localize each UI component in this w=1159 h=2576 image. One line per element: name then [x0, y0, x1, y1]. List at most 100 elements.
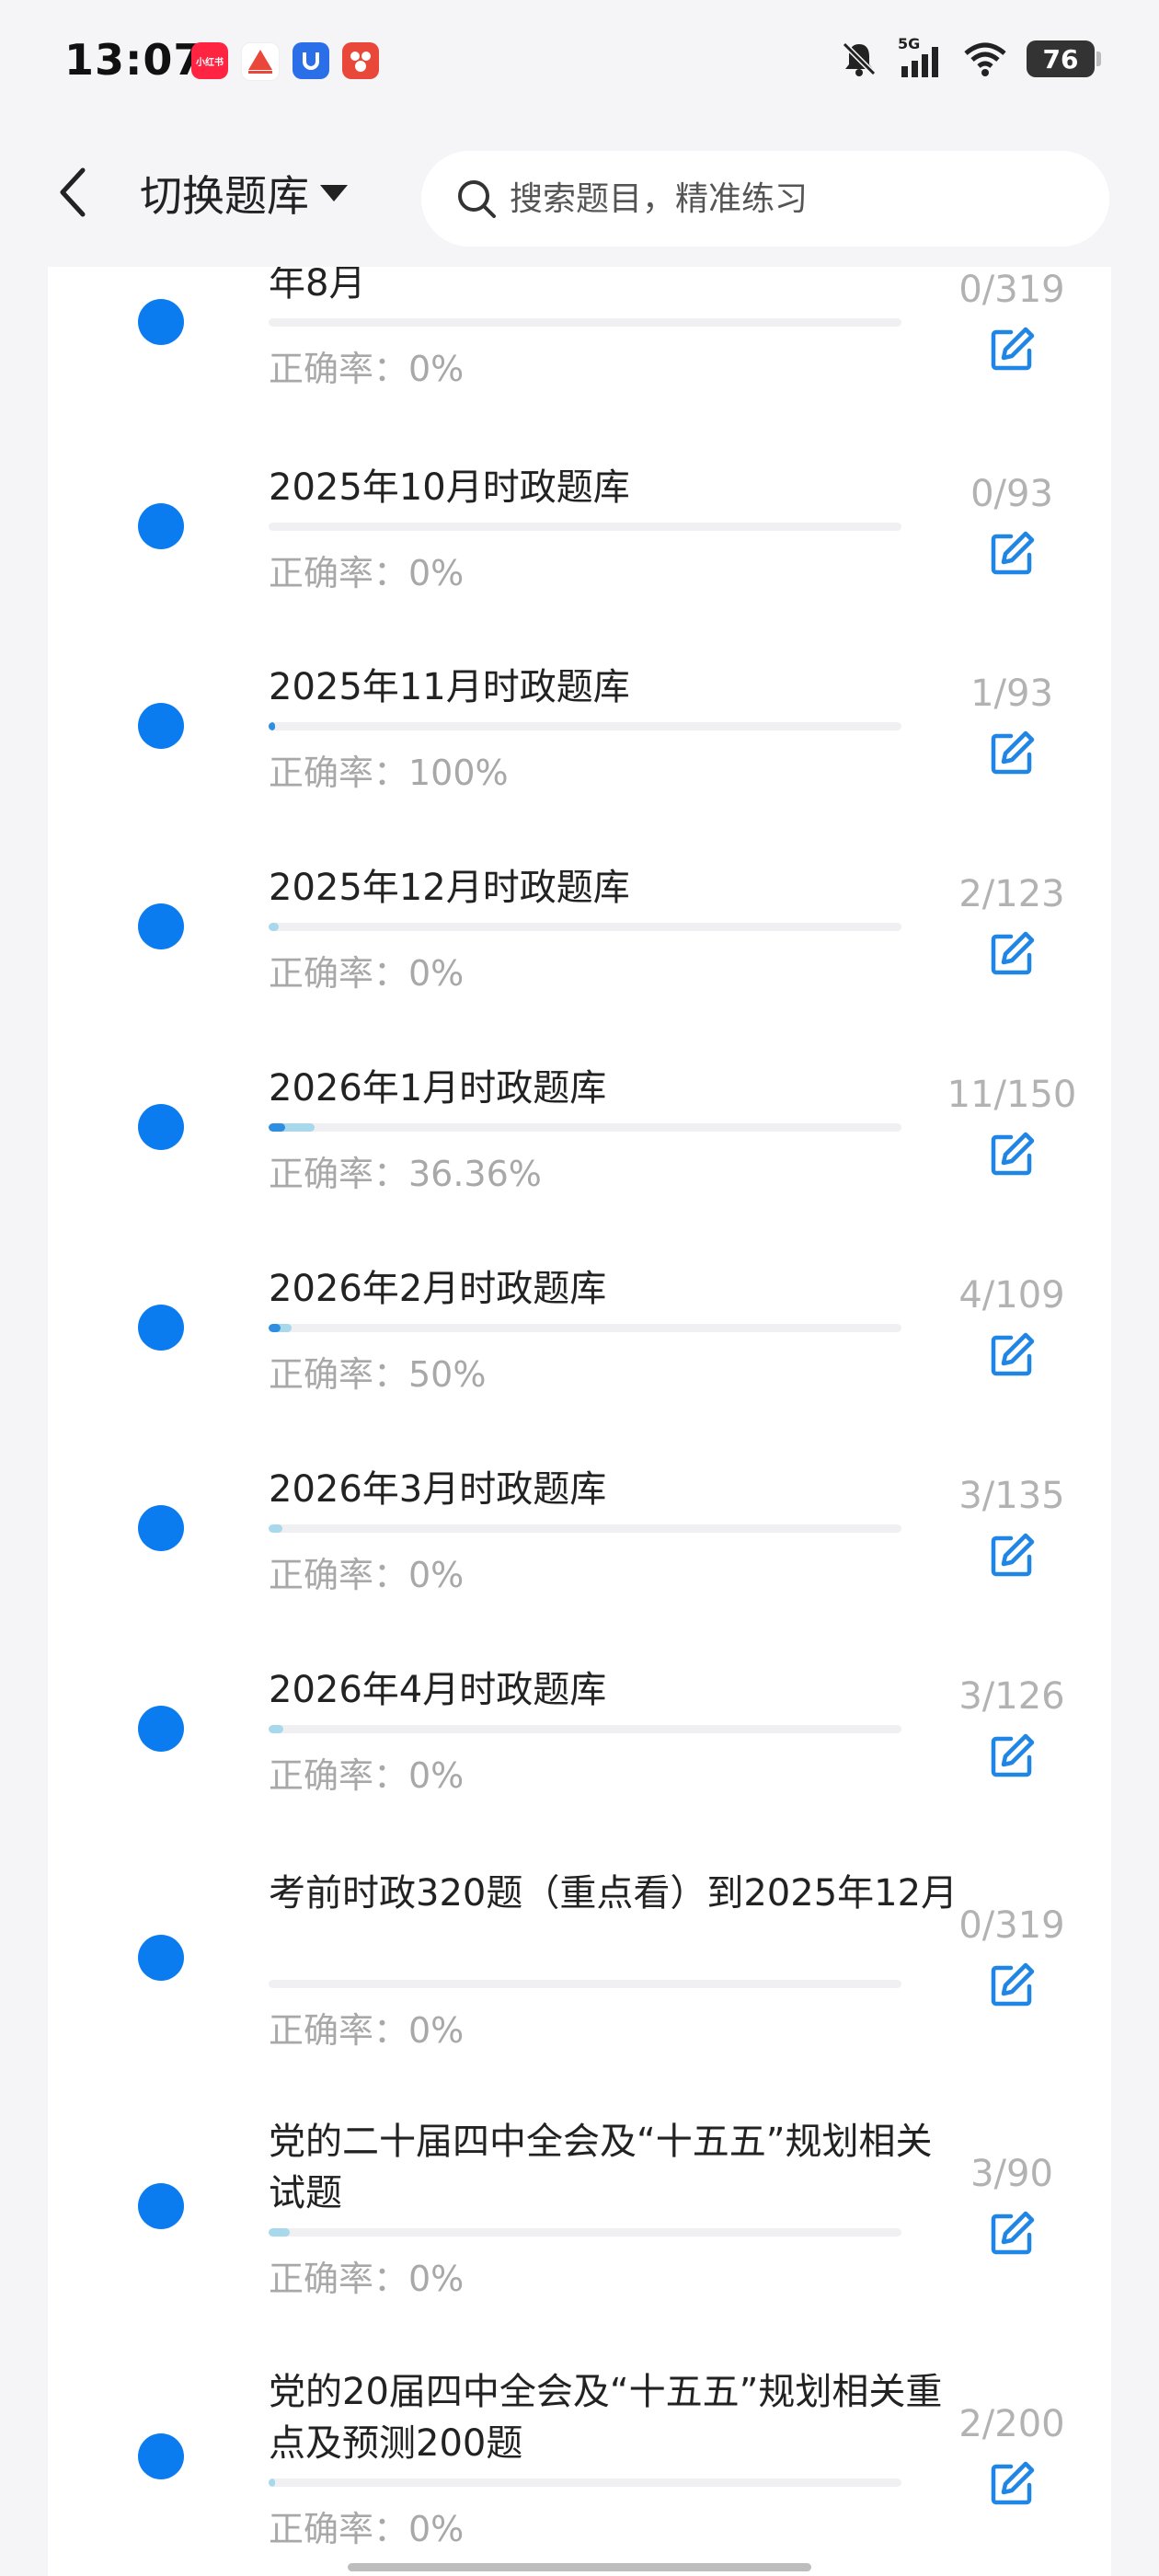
item-title: 2025年11月时政题库: [269, 666, 630, 708]
edit-icon: [991, 931, 1035, 975]
progress-bar: [269, 923, 901, 931]
caret-down-icon: [320, 185, 348, 201]
practice-edit-button[interactable]: [984, 1729, 1039, 1784]
item-title: 2026年3月时政题库: [269, 1468, 607, 1511]
progress-count: 2/200: [958, 2403, 1065, 2445]
progress-bar: [269, 1524, 901, 1533]
item-title: 党的20届四中全会及“十五五”规划相关重点及预测200题: [269, 2371, 943, 2465]
progress-count: 3/126: [958, 1675, 1065, 1718]
switch-bank-dropdown[interactable]: 切换题库: [140, 166, 350, 221]
progress-count: 0/319: [958, 1904, 1065, 1947]
blue-app-icon: [293, 42, 329, 79]
progress-bar: [269, 318, 901, 327]
practice-edit-button[interactable]: [984, 1958, 1039, 2013]
practice-edit-button[interactable]: [984, 526, 1039, 581]
status-dot: [138, 2433, 184, 2479]
progress-bar: [269, 1324, 901, 1332]
progress-bar: [269, 523, 901, 531]
progress-fill: [269, 1524, 282, 1533]
back-button[interactable]: [44, 160, 99, 224]
red-app-icon: [342, 42, 379, 79]
progress-bar: [269, 2478, 901, 2487]
progress-count: 1/93: [970, 673, 1053, 715]
nav-header: 切换题库: [0, 129, 1159, 267]
search-box[interactable]: [421, 151, 1109, 247]
item-title: 考前时政320题（重点看）到2025年12月: [269, 1872, 958, 1915]
progress-count: 2/123: [958, 873, 1065, 915]
status-dot: [138, 1305, 184, 1351]
accuracy-text: 正确率：100%: [269, 753, 509, 793]
accuracy-text: 正确率：0%: [269, 953, 465, 994]
practice-edit-button[interactable]: [984, 1328, 1039, 1383]
progress-fill: [269, 1725, 283, 1733]
item-title: 2026年4月时政题库: [269, 1669, 607, 1711]
progress-bar: [269, 2228, 901, 2237]
edit-icon: [991, 531, 1035, 575]
item-title: 2025年10月时政题库: [269, 466, 630, 509]
battery-indicator: 76: [1027, 40, 1101, 77]
practice-edit-button[interactable]: [984, 926, 1039, 982]
practice-edit-button[interactable]: [984, 1528, 1039, 1583]
accuracy-text: 正确率：36.36%: [269, 1154, 542, 1194]
search-input[interactable]: [508, 178, 1063, 219]
progress-bar: [269, 1725, 901, 1733]
status-dot: [138, 1706, 184, 1752]
status-dot: [138, 903, 184, 949]
item-title: 2025年12月时政题库: [269, 867, 630, 909]
progress-correct-fill: [269, 1324, 281, 1332]
status-dot: [138, 299, 184, 345]
practice-edit-button[interactable]: [984, 1127, 1039, 1182]
progress-correct-fill: [269, 722, 275, 730]
status-dot: [138, 503, 184, 549]
bell-muted-icon: [842, 41, 877, 76]
cellular-signal-icon: 5G: [898, 35, 944, 79]
practice-edit-button[interactable]: [984, 322, 1039, 377]
progress-bar: [269, 722, 901, 730]
accuracy-text: 正确率：0%: [269, 2010, 465, 2051]
wifi-icon: [964, 42, 1006, 76]
progress-fill: [269, 923, 279, 931]
status-time: 13:07: [64, 35, 204, 85]
edit-icon: [991, 730, 1035, 775]
search-icon: [456, 178, 497, 219]
accuracy-text: 正确率：0%: [269, 553, 465, 593]
practice-edit-button[interactable]: [984, 726, 1039, 781]
accuracy-text: 正确率：0%: [269, 2259, 465, 2299]
progress-fill: [269, 2228, 290, 2237]
edit-icon: [991, 1533, 1035, 1577]
status-bar: 13:07 小红书 5G 76: [0, 0, 1159, 129]
progress-count: 3/135: [958, 1475, 1065, 1517]
edit-icon: [991, 1132, 1035, 1176]
edit-icon: [991, 2461, 1035, 2505]
progress-bar: [269, 1980, 901, 1988]
notification-app-icons: 小红书: [191, 42, 379, 81]
progress-count: 0/319: [958, 269, 1065, 311]
xiaohongshu-app-icon: 小红书: [191, 42, 228, 79]
status-dot: [138, 703, 184, 749]
status-dot: [138, 1104, 184, 1150]
edit-icon: [991, 327, 1035, 371]
accuracy-text: 正确率：0%: [269, 2509, 465, 2549]
progress-count: 11/150: [947, 1074, 1077, 1116]
edit-icon: [991, 1332, 1035, 1376]
progress-fill: [269, 2478, 275, 2487]
accuracy-text: 正确率：50%: [269, 1354, 487, 1395]
home-indicator[interactable]: [348, 2563, 811, 2571]
status-dot: [138, 2183, 184, 2229]
progress-correct-fill: [269, 1123, 285, 1132]
status-dot: [138, 1505, 184, 1551]
travel-app-icon: [241, 42, 280, 81]
practice-edit-button[interactable]: [984, 2206, 1039, 2261]
accuracy-text: 正确率：0%: [269, 1755, 465, 1796]
edit-icon: [991, 2211, 1035, 2255]
progress-count: 3/90: [970, 2153, 1053, 2195]
item-title: 党的二十届四中全会及“十五五”规划相关试题: [269, 2121, 933, 2214]
item-title: 2026年2月时政题库: [269, 1268, 607, 1310]
edit-icon: [991, 1733, 1035, 1777]
item-title: 2026年1月时政题库: [269, 1067, 607, 1110]
system-indicators: 5G 76: [839, 35, 1101, 79]
question-bank-list: 年8月 正确率：0% 0/319 2025年10月时政题库 正确率：0% 0/93 2025…: [48, 262, 1111, 2576]
progress-count: 4/109: [958, 1274, 1065, 1317]
practice-edit-button[interactable]: [984, 2456, 1039, 2512]
chevron-left-icon: [60, 167, 86, 217]
